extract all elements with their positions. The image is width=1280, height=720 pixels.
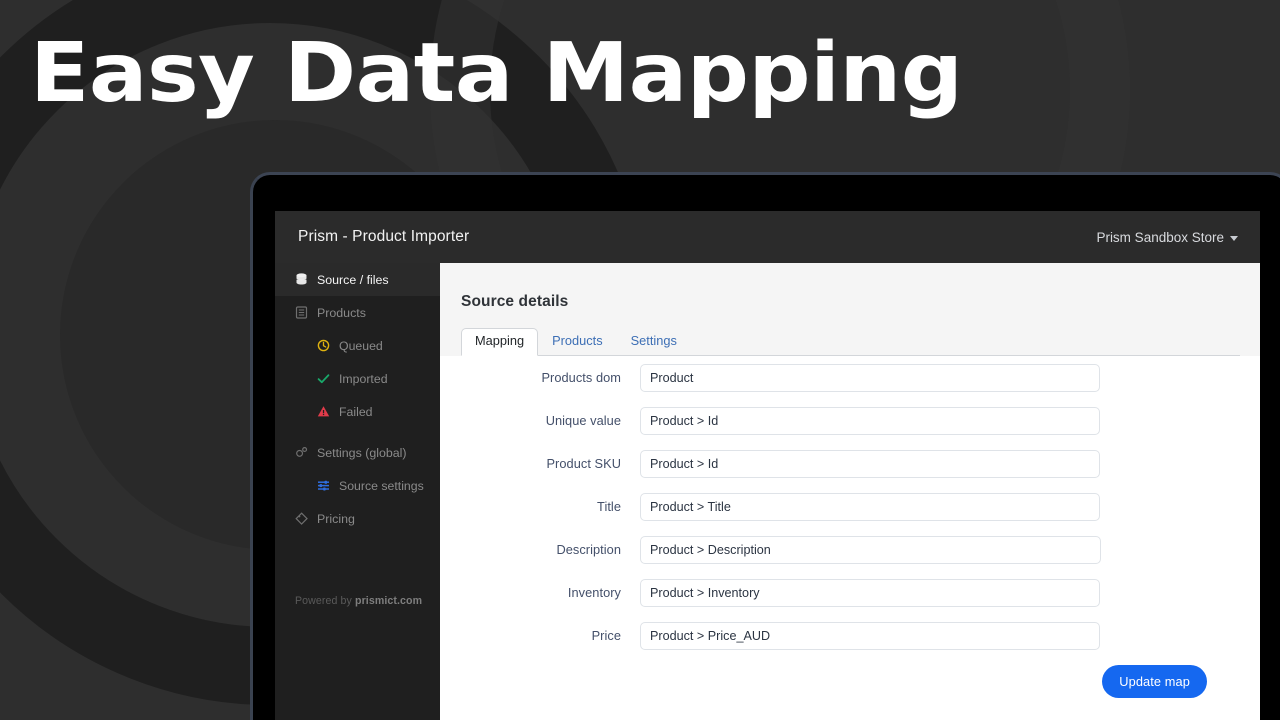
sidebar-item-failed[interactable]: Failed [275,395,440,428]
form-row-unique-value: Unique value Product > Id [440,399,1260,442]
mapping-field-list: Products dom Product Unique value Product >… [440,356,1260,657]
sidebar-item-label: Source / files [317,272,389,287]
tab-settings[interactable]: Settings [617,328,691,356]
field-input-inventory[interactable]: Product > Inventory [640,578,1100,607]
field-input-product-sku[interactable]: Product > Id [640,449,1100,478]
form-row-product-sku: Product SKU Product > Id [440,442,1260,485]
sidebar-item-label: Imported [339,371,388,386]
credit-prefix: Powered by [295,595,355,607]
form-actions: Update map [440,665,1260,698]
sliders-icon [317,479,330,492]
field-input-products-dom[interactable]: Product [640,363,1100,392]
database-icon [295,273,308,286]
sidebar-item-label: Source settings [339,478,424,493]
sidebar-item-label: Pricing [317,511,355,526]
sidebar-item-products[interactable]: Products [275,296,440,329]
credit-brand: prismict.com [355,595,423,607]
laptop-device-frame: Prism - Product Importer Prism Sandbox S… [250,172,1280,720]
promo-stage: Easy Data Mapping Prism - Product Import… [0,0,1280,720]
form-row-inventory: Inventory Product > Inventory [440,571,1260,614]
tab-strip: Mapping Products Settings [461,327,1240,356]
sidebar: Source / files Products Queued Imported Fail… [275,263,440,720]
sidebar-item-source-files[interactable]: Source / files [275,263,440,296]
sidebar-item-settings-global[interactable]: Settings (global) [275,436,440,469]
field-label-price: Price [591,628,621,643]
app-header: Prism - Product Importer Prism Sandbox S… [275,211,1260,263]
form-row-products-dom: Products dom Product [440,356,1260,399]
form-row-price: Price Product > Price_AUD [440,614,1260,657]
field-label-unique-value: Unique value [545,413,621,428]
sidebar-item-pricing[interactable]: Pricing [275,502,440,535]
store-selector-label: Prism Sandbox Store [1096,229,1224,245]
sidebar-item-label: Queued [339,338,383,353]
chevron-down-icon [1230,235,1238,241]
form-row-title: Title Product > Title [440,485,1260,528]
warning-icon [317,405,330,418]
sidebar-item-label: Products [317,305,366,320]
sidebar-item-imported[interactable]: Imported [275,362,440,395]
app-title: Prism - Product Importer [298,228,470,245]
field-input-price[interactable]: Product > Price_AUD [640,621,1100,650]
field-input-unique-value[interactable]: Product > Id [640,406,1100,435]
form-row-description: Description Product > Description [440,528,1260,571]
field-input-description[interactable]: Product > Description [640,535,1101,564]
sidebar-nav-list: Source / files Products Queued Imported Fail… [275,263,440,535]
mapping-form: Products dom Product Unique value Product >… [440,356,1260,720]
main-panel: Source details Mapping Products Settings P… [440,263,1260,720]
tab-products[interactable]: Products [538,328,617,356]
sidebar-item-source-settings[interactable]: Source settings [275,469,440,502]
field-label-title: Title [597,499,621,514]
page-title: Source details [461,293,569,310]
sidebar-item-label: Settings (global) [317,445,407,460]
gear-icon [295,446,308,459]
sidebar-item-label: Failed [339,404,373,419]
check-icon [317,372,330,385]
app-screen: Prism - Product Importer Prism Sandbox S… [275,211,1260,720]
field-label-description: Description [556,542,621,557]
store-selector[interactable]: Prism Sandbox Store [1096,230,1238,245]
field-label-products-dom: Products dom [541,370,621,385]
tag-icon [295,512,308,525]
field-label-inventory: Inventory [567,585,621,600]
clock-icon [317,339,330,352]
field-label-product-sku: Product SKU [546,456,621,471]
list-icon [295,306,308,319]
promo-headline: Easy Data Mapping [30,26,963,121]
sidebar-item-queued[interactable]: Queued [275,329,440,362]
update-map-button[interactable]: Update map [1102,665,1207,698]
sidebar-footer-credit: Powered by prismict.com [295,595,422,607]
field-input-title[interactable]: Product > Title [640,492,1100,521]
tab-mapping[interactable]: Mapping [461,328,539,356]
